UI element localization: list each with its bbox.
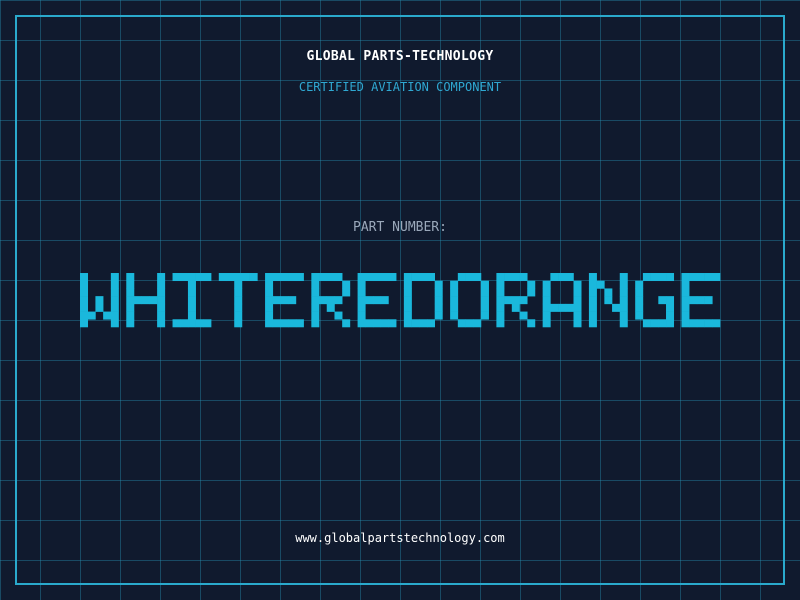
part-number-char: [635, 273, 675, 328]
website-url: www.globalpartstechnology.com: [295, 531, 505, 545]
part-number-char: [265, 273, 304, 328]
label-card: GLOBAL PARTS-TECHNOLOGY CERTIFIED AVIATI…: [0, 0, 800, 600]
part-number-char: [218, 273, 258, 328]
part-number-value: [80, 265, 721, 335]
part-number-char: [403, 273, 443, 328]
certification-tagline: CERTIFIED AVIATION COMPONENT: [298, 80, 502, 94]
part-number-char: [126, 273, 166, 328]
part-number-char: [542, 273, 582, 328]
part-number-label: PART NUMBER:: [353, 220, 447, 235]
part-number-char: [172, 273, 212, 328]
part-number-char: [357, 273, 397, 328]
company-name: GLOBAL PARTS-TECHNOLOGY: [306, 49, 494, 64]
pixel-part-number: [80, 273, 721, 328]
part-number-char: [681, 273, 721, 328]
part-number-char: [496, 273, 536, 328]
part-number-char: [311, 273, 351, 328]
part-number-char: [588, 273, 628, 328]
part-number-char: [80, 273, 119, 328]
part-number-char: [450, 273, 489, 328]
